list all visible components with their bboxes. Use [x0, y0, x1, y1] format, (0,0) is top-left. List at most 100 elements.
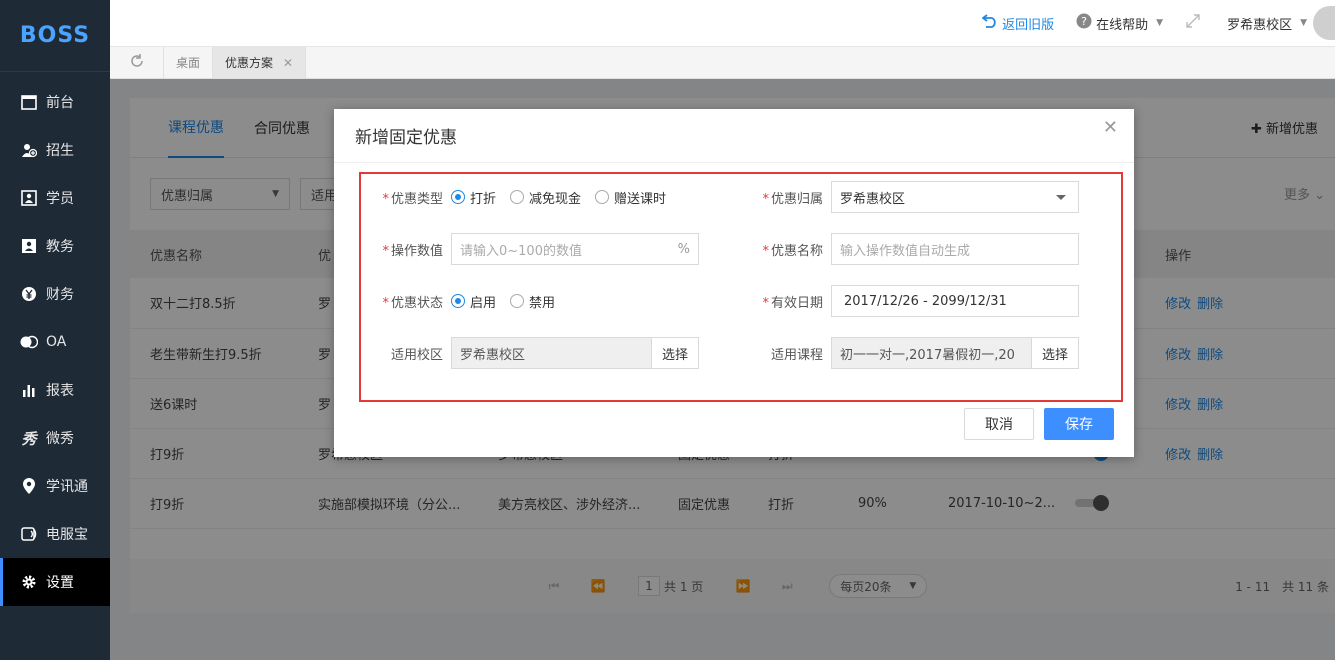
bar-chart-icon	[20, 381, 38, 399]
form-highlight-box: * 优惠类型 打折 减免现金 赠送课时 * 优惠归属 罗希惠校区 * 操作数值 请输入…	[359, 172, 1123, 402]
refresh-icon	[129, 53, 145, 73]
sidebar-item-label: 前台	[46, 95, 74, 111]
sidebar-item-label: 财务	[46, 287, 74, 303]
value-input[interactable]: 请输入0~100的数值%	[451, 233, 699, 265]
expand-icon	[1185, 13, 1201, 33]
name-label: * 优惠名称	[741, 240, 831, 259]
avatar[interactable]	[1313, 6, 1335, 40]
radio-dot	[510, 294, 525, 308]
label-text: 适用课程	[770, 347, 823, 363]
sidebar-item-label: 招生	[46, 143, 74, 159]
radio-dot	[451, 294, 465, 308]
radio-cash-off[interactable]: 减免现金	[510, 188, 581, 207]
course-value: 初一一对一,2017暑假初一,20	[840, 347, 1015, 363]
required-mark: *	[382, 243, 389, 259]
name-placeholder: 输入操作数值自动生成	[840, 243, 971, 259]
radio-free-lessons[interactable]: 赠送课时	[595, 188, 666, 207]
campus-label: 罗希惠校区	[1227, 17, 1293, 33]
add-fixed-discount-dialog: 新增固定优惠 ✕ * 优惠类型 打折 减免现金 赠送课时 * 优惠归属 罗希惠校区 …	[334, 109, 1134, 457]
tab-desktop[interactable]: 桌面	[164, 47, 214, 78]
calendar-icon	[20, 93, 38, 111]
label-text: 优惠归属	[770, 191, 823, 207]
sidebar-item-label: 电服宝	[46, 527, 88, 543]
fullscreen-button[interactable]	[1185, 13, 1201, 33]
campus-menu[interactable]: 罗希惠校区 ▼	[1227, 6, 1335, 40]
back-old-label: 返回旧版	[1002, 17, 1055, 33]
tab-label: 桌面	[176, 56, 201, 70]
sidebar-item-caiwu[interactable]: 财务	[0, 270, 110, 318]
chat-icon	[20, 333, 38, 351]
gear-icon	[20, 573, 38, 591]
name-input[interactable]: 输入操作数值自动生成	[831, 233, 1079, 265]
tab-discount-plan[interactable]: 优惠方案 ✕	[213, 47, 307, 78]
sidebar-item-baobiao[interactable]: 报表	[0, 366, 110, 414]
caret-down-icon	[1056, 195, 1066, 200]
location-icon	[20, 477, 38, 495]
sidebar-nav: 前台 招生 学员 教务 财务 OA 报表 秀 微秀 学讯通 电服宝 设置	[0, 78, 110, 606]
book-icon	[20, 237, 38, 255]
campus-label: 适用校区	[361, 344, 451, 363]
required-mark: *	[762, 243, 769, 259]
campus-value: 罗希惠校区	[460, 347, 526, 363]
radio-label: 赠送课时	[614, 191, 667, 207]
sidebar-item-jiaowu[interactable]: 教务	[0, 222, 110, 270]
required-mark: *	[762, 295, 769, 311]
user-add-icon	[20, 141, 38, 159]
sidebar-item-qiantai[interactable]: 前台	[0, 78, 110, 126]
course-select-button[interactable]: 选择	[1032, 337, 1080, 369]
help-icon: ?	[1076, 13, 1092, 33]
online-help-menu[interactable]: ? 在线帮助 ▼	[1076, 13, 1163, 33]
close-icon[interactable]: ✕	[1103, 117, 1118, 138]
required-mark: *	[382, 295, 389, 311]
sidebar: BOSS 前台 招生 学员 教务 财务 OA 报表 秀 微秀 学讯通 电服宝 设…	[0, 0, 110, 660]
save-button[interactable]: 保存	[1044, 408, 1114, 440]
radio-label: 禁用	[529, 295, 556, 311]
radio-label: 启用	[470, 295, 497, 311]
radio-disable[interactable]: 禁用	[510, 292, 555, 311]
sidebar-item-oa[interactable]: OA	[0, 318, 110, 366]
sidebar-item-xueyuan[interactable]: 学员	[0, 174, 110, 222]
close-icon[interactable]: ✕	[283, 56, 293, 70]
radio-discount[interactable]: 打折	[451, 188, 496, 207]
back-old-version-link[interactable]: 返回旧版	[981, 14, 1055, 33]
value-label: * 操作数值	[361, 240, 451, 259]
logo: BOSS	[0, 0, 110, 72]
sidebar-item-dianfubao[interactable]: 电服宝	[0, 510, 110, 558]
cancel-button[interactable]: 取消	[964, 408, 1034, 440]
discount-belong-label: * 优惠归属	[741, 188, 831, 207]
discount-belong-row: * 优惠归属 罗希惠校区	[741, 181, 1079, 213]
campus-input: 罗希惠校区	[451, 337, 652, 369]
sidebar-item-weixiu[interactable]: 秀 微秀	[0, 414, 110, 462]
value-row: * 操作数值 请输入0~100的数值%	[361, 233, 699, 265]
campus-select-button[interactable]: 选择	[652, 337, 700, 369]
radio-dot	[595, 190, 610, 204]
xiu-icon: 秀	[21, 429, 37, 448]
percent-suffix: %	[677, 241, 690, 257]
discount-type-row: * 优惠类型 打折 减免现金 赠送课时	[361, 181, 680, 213]
radio-label: 打折	[470, 191, 497, 207]
sidebar-item-zhaosheng[interactable]: 招生	[0, 126, 110, 174]
course-row: 适用课程 初一一对一,2017暑假初一,20 选择	[741, 337, 1080, 369]
refresh-button[interactable]	[110, 47, 164, 78]
sidebar-item-label: OA	[46, 334, 67, 350]
sidebar-item-xuexuntong[interactable]: 学讯通	[0, 462, 110, 510]
sidebar-item-label: 报表	[46, 383, 74, 399]
course-input: 初一一对一,2017暑假初一,20	[831, 337, 1032, 369]
date-row: * 有效日期 2017/12/26 - 2099/12/31	[741, 285, 1079, 317]
yen-icon	[20, 285, 38, 303]
value-placeholder: 请输入0~100的数值	[460, 243, 582, 259]
required-mark: *	[762, 191, 769, 207]
sidebar-item-shezhi[interactable]: 设置	[0, 558, 110, 606]
svg-text:?: ?	[1081, 15, 1087, 28]
label-text: 有效日期	[770, 295, 823, 311]
sidebar-item-label: 教务	[46, 239, 74, 255]
date-range-input[interactable]: 2017/12/26 - 2099/12/31	[831, 285, 1079, 317]
radio-enable[interactable]: 启用	[451, 292, 496, 311]
label-text: 适用校区	[390, 347, 443, 363]
name-row: * 优惠名称 输入操作数值自动生成	[741, 233, 1079, 265]
belong-select[interactable]: 罗希惠校区	[831, 181, 1079, 213]
help-label: 在线帮助	[1096, 17, 1149, 33]
radio-label: 减免现金	[529, 191, 582, 207]
sidebar-item-label: 微秀	[46, 431, 74, 447]
sidebar-item-label: 学讯通	[46, 479, 88, 495]
